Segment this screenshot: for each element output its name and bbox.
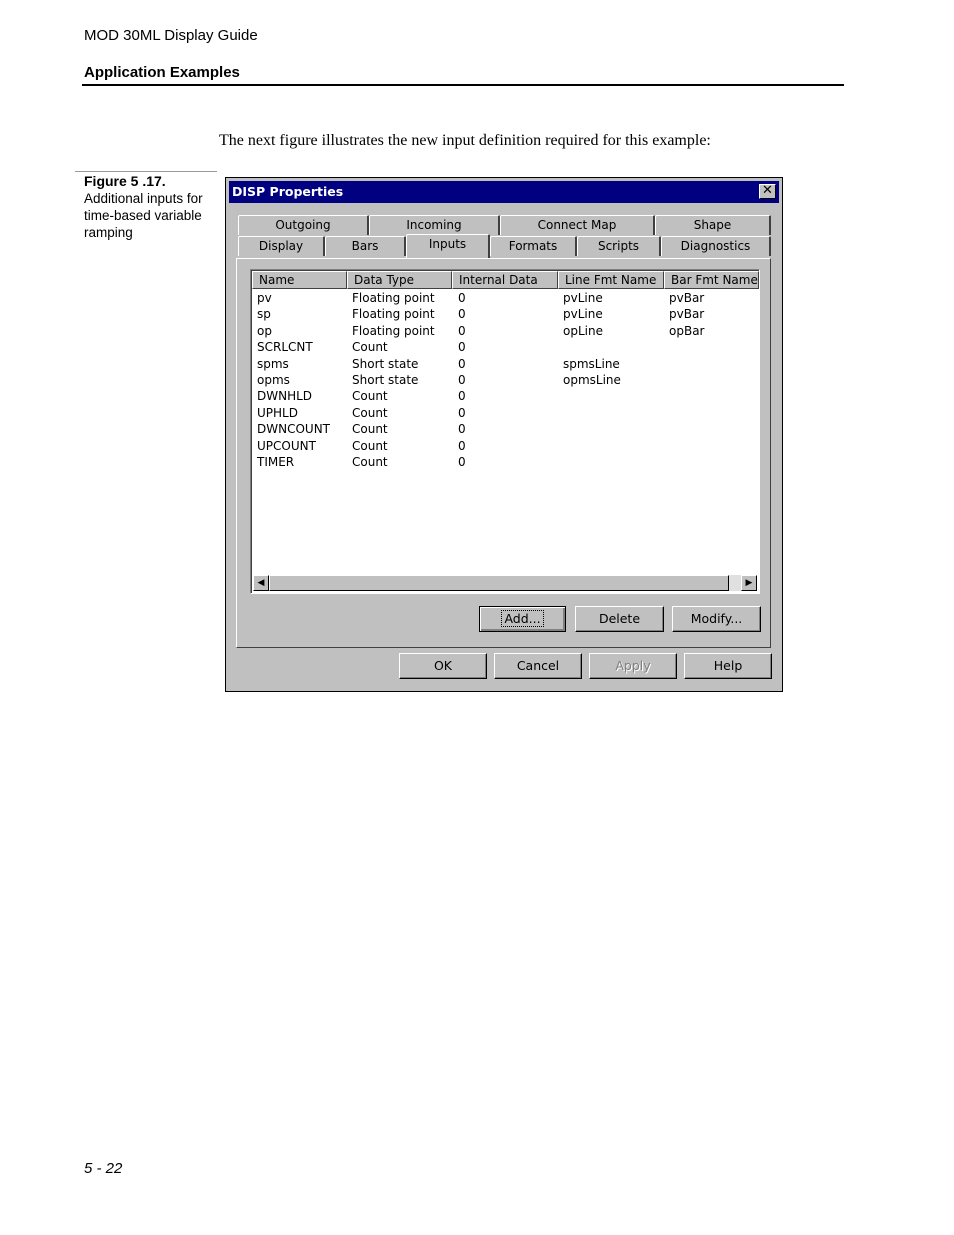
list-cell: Floating point	[352, 323, 435, 338]
list-cell[interactable]: DWNHLD	[257, 388, 312, 404]
list-cell: Count	[352, 455, 388, 469]
list-cell: 0	[458, 356, 466, 371]
column-header-data-type[interactable]: Data Type	[347, 271, 452, 289]
tab-inputs[interactable]: Inputs	[406, 234, 490, 258]
dialog-title: DISP Properties	[232, 184, 344, 199]
scroll-right-icon[interactable]: ▶	[741, 575, 757, 591]
list-cell: 0	[458, 291, 466, 305]
list-cell: 0	[458, 373, 466, 387]
list-cell: 0	[458, 340, 466, 355]
column-header-name[interactable]: Name	[252, 271, 347, 289]
inputs-tab-panel: Name Data Type Internal Data Line Fmt Na…	[236, 258, 771, 648]
list-cell[interactable]: UPHLD	[257, 405, 298, 421]
list-cell: Floating point	[352, 307, 435, 322]
column-header-line-fmt-name[interactable]: Line Fmt Name	[558, 271, 664, 289]
tab-shape[interactable]: Shape	[655, 215, 771, 235]
list-cell: Count	[352, 340, 388, 355]
list-cell[interactable]: UPCOUNT	[257, 438, 316, 454]
tab-outgoing[interactable]: Outgoing	[238, 215, 369, 235]
list-cell[interactable]: sp	[257, 306, 271, 322]
section-title: Application Examples	[84, 64, 240, 81]
list-cell: 0	[458, 389, 466, 404]
document-title: MOD 30ML Display Guide	[84, 27, 258, 44]
caption-rule	[75, 171, 217, 172]
list-cell: 0	[458, 405, 466, 420]
list-cell: opBar	[669, 323, 705, 338]
help-button[interactable]: Help	[684, 653, 772, 679]
list-cell: opLine	[563, 323, 603, 338]
list-cell: Count	[352, 438, 388, 453]
list-cell[interactable]: TIMER	[257, 454, 294, 470]
close-icon[interactable]: ✕	[759, 184, 776, 199]
scroll-left-icon[interactable]: ◀	[253, 575, 269, 591]
delete-button[interactable]: Delete	[575, 606, 664, 632]
list-cell: pvLine	[563, 291, 603, 305]
header-rule	[82, 84, 844, 86]
tab-bars[interactable]: Bars	[325, 236, 406, 256]
list-cell[interactable]: DWNCOUNT	[257, 421, 330, 437]
list-cell: 0	[458, 455, 466, 469]
tab-incoming[interactable]: Incoming	[369, 215, 500, 235]
list-cell: spmsLine	[563, 356, 620, 371]
list-cell[interactable]: opms	[257, 372, 290, 388]
list-cell: Count	[352, 405, 388, 420]
column-header-bar-fmt-name[interactable]: Bar Fmt Name	[664, 271, 759, 289]
tab-diagnostics[interactable]: Diagnostics	[661, 236, 771, 256]
tab-display[interactable]: Display	[238, 236, 325, 256]
figure-caption: Additional inputs for time-based variabl…	[84, 191, 203, 240]
tab-connect-map[interactable]: Connect Map	[500, 215, 655, 235]
ok-button[interactable]: OK	[399, 653, 487, 679]
list-cell: Floating point	[352, 291, 435, 305]
page-number: 5 - 22	[84, 1160, 123, 1177]
horizontal-scrollbar[interactable]: ◀ ▶	[253, 575, 757, 591]
list-cell: 0	[458, 422, 466, 437]
list-cell: pvBar	[669, 307, 705, 322]
list-cell: 0	[458, 438, 466, 453]
tab-formats[interactable]: Formats	[490, 236, 577, 256]
list-cell: Count	[352, 389, 388, 404]
list-cell[interactable]: op	[257, 323, 272, 339]
list-cell[interactable]: spms	[257, 356, 289, 372]
figure-label: Figure 5 .17.	[84, 173, 166, 189]
list-cell: Short state	[352, 356, 419, 371]
list-cell: Short state	[352, 373, 419, 387]
apply-button[interactable]: Apply	[589, 653, 677, 679]
list-cell: pvLine	[563, 307, 603, 322]
tab-scripts[interactable]: Scripts	[577, 236, 661, 256]
list-cell: Count	[352, 422, 388, 437]
intro-paragraph: The next figure illustrates the new inpu…	[219, 132, 711, 149]
list-cell: pvBar	[669, 291, 705, 305]
add-button-label: Add...	[501, 610, 544, 627]
cancel-button[interactable]: Cancel	[494, 653, 582, 679]
modify-button[interactable]: Modify...	[672, 606, 761, 632]
disp-properties-dialog: DISP Properties ✕ Outgoing Incoming Conn…	[225, 177, 783, 692]
list-cell: 0	[458, 307, 466, 322]
inputs-list[interactable]: Name Data Type Internal Data Line Fmt Na…	[250, 269, 760, 594]
list-cell: opmsLine	[563, 373, 621, 387]
add-button[interactable]: Add...	[479, 606, 566, 632]
column-header-internal-data[interactable]: Internal Data	[452, 271, 558, 289]
scroll-thumb[interactable]	[269, 575, 729, 591]
list-cell[interactable]: SCRLCNT	[257, 339, 313, 355]
list-cell[interactable]: pv	[257, 290, 272, 306]
list-cell: 0	[458, 323, 466, 338]
dialog-titlebar[interactable]: DISP Properties ✕	[229, 181, 779, 203]
